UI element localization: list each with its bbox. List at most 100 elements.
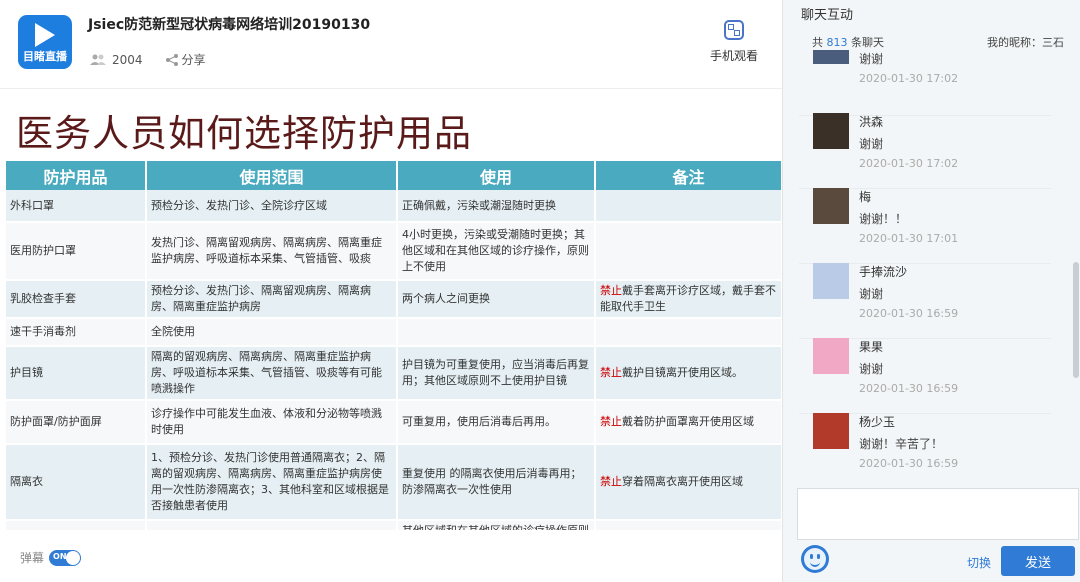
message-author: 梅 [859, 190, 872, 204]
chat-input[interactable] [797, 488, 1079, 540]
player-footer [0, 530, 782, 582]
table-cell: 护目镜 [6, 346, 147, 401]
meta-row: 2004 分享 [90, 51, 206, 68]
table-row: 乳胶检查手套 预检分诊、发热门诊、隔离留观病房、隔离病房、隔离重症监护病房 两个… [6, 280, 782, 319]
table-cell: 外科口罩 [6, 190, 147, 223]
table-cell: 隔离衣 [6, 444, 147, 521]
share-icon [165, 53, 178, 66]
count-suffix: 条聊天 [851, 36, 884, 49]
table-row: 隔离衣 1、预检分诊、发热门诊使用普通隔离衣；2、隔离的留观病房、隔离病房、隔离… [6, 444, 782, 521]
chat-message: 果果 谢谢 2020-01-30 16:59 [799, 338, 1051, 414]
table-cell [595, 318, 782, 347]
chat-title: 聊天互动 [801, 8, 854, 23]
table-cell-remark: 禁止戴护目镜离开使用区域。 [595, 346, 782, 401]
play-icon [35, 23, 55, 47]
column-header: 使用 [397, 161, 596, 190]
table-cell: 两个病人之间更换 [397, 280, 596, 319]
chat-message: 洪森 谢谢 2020-01-30 17:02 [799, 113, 1051, 189]
chat-stats: 共 813 条聊天 我的昵称：三石 [812, 34, 1064, 50]
table-row: 护目镜 隔离的留观病房、隔离病房、隔离重症监护病房、呼吸道标本采集、气管插管、吸… [6, 346, 782, 401]
chat-message: 谢谢 2020-01-30 17:02 [799, 50, 1051, 116]
table-cell: 医用防护口罩 [6, 222, 147, 281]
table-cell: 可重复用，使用后消毒后再用。 [397, 400, 596, 445]
toggle-knob [66, 550, 81, 565]
message-author: 果果 [859, 340, 884, 354]
message-time: 2020-01-30 17:02 [859, 72, 959, 85]
emoji-eye [817, 554, 820, 559]
views-count: 2004 [112, 52, 143, 67]
table-cell: 乳胶检查手套 [6, 280, 147, 319]
avatar [813, 50, 849, 64]
chat-message: 梅 谢谢！！ 2020-01-30 17:01 [799, 188, 1051, 264]
table-cell: 全院使用 [146, 318, 398, 347]
table-cell-remark: 禁止戴手套离开诊疗区域，戴手套不能取代手卫生 [595, 280, 782, 319]
column-header: 备注 [595, 161, 782, 190]
logo-text: 目睹直播 [23, 50, 67, 63]
table-cell: 隔离的留观病房、隔离病房、隔离重症监护病房、呼吸道标本采集、气管插管、吸痰等有可… [146, 346, 398, 401]
table-row: 外科口罩 预检分诊、发热门诊、全院诊疗区域 正确佩戴，污染或潮湿随时更换 [6, 190, 782, 223]
table-cell-remark: 禁止戴着防护面罩离开使用区域 [595, 400, 782, 445]
send-button[interactable]: 发送 [1001, 546, 1075, 576]
avatar [813, 338, 849, 374]
remark-text: 戴着防护面罩离开使用区域 [622, 415, 754, 428]
remark-text: 穿着隔离衣离开使用区域 [622, 475, 743, 488]
slide-view: 医务人员如何选择防护用品 防护用品 使用范围 使用 备注 外科口罩 预检分诊、发… [0, 88, 782, 531]
emoji-eye [810, 554, 813, 559]
chat-count: 813 [826, 36, 848, 49]
column-header: 防护用品 [6, 161, 147, 190]
avatar [813, 263, 849, 299]
table-row: 速干手消毒剂 全院使用 [6, 318, 782, 347]
ppe-table: 防护用品 使用范围 使用 备注 外科口罩 预检分诊、发热门诊、全院诊疗区域 正确… [6, 161, 782, 531]
nickname-label[interactable]: 我的昵称：三石 [987, 34, 1064, 50]
danmu-control: 弹幕 ON [20, 549, 82, 566]
message-text: 谢谢 [859, 52, 884, 66]
page-title: Jsiec防范新型冠状病毒网络培训20190130 [88, 17, 371, 33]
table-cell [397, 318, 596, 347]
table-cell: 正确佩戴，污染或潮湿随时更换 [397, 190, 596, 223]
emoji-button[interactable] [801, 545, 829, 573]
slide-title: 医务人员如何选择防护用品 [16, 112, 472, 155]
table-cell: 速干手消毒剂 [6, 318, 147, 347]
danmu-toggle[interactable]: ON [49, 549, 82, 566]
table-cell [595, 190, 782, 223]
message-time: 2020-01-30 16:59 [859, 457, 959, 470]
count-prefix: 共 [812, 36, 823, 49]
danmu-label: 弹幕 [20, 551, 45, 565]
column-header: 使用范围 [146, 161, 398, 190]
table-cell: 护目镜为可重复使用，应当消毒后再复用；其他区域原则不上使用护目镜 [397, 346, 596, 401]
message-text: 谢谢 [859, 362, 884, 376]
avatar [813, 413, 849, 449]
forbid-label: 禁止 [600, 475, 622, 488]
message-time: 2020-01-30 16:59 [859, 307, 959, 320]
chat-list[interactable]: 谢谢 2020-01-30 17:02 洪森 谢谢 2020-01-30 17:… [799, 50, 1051, 485]
table-cell: 4小时更换，污染或受潮随时更换；其他区域和在其他区域的诊疗操作，原则上不使用 [397, 222, 596, 281]
message-author: 杨少玉 [859, 415, 896, 429]
table-cell-remark: 禁止穿着隔离衣离开使用区域 [595, 444, 782, 521]
message-text: 谢谢 [859, 137, 884, 151]
table-cell: 重复使用 的隔离衣使用后消毒再用；防渗隔离衣一次性使用 [397, 444, 596, 521]
message-author: 手捧流沙 [859, 265, 908, 279]
switch-button[interactable]: 切换 [967, 554, 991, 571]
toggle-on-label: ON [53, 551, 67, 561]
table-cell: 1、预检分诊、发热门诊使用普通隔离衣；2、隔离的留观病房、隔离病房、隔离重症监护… [146, 444, 398, 521]
message-text: 谢谢！！ [859, 212, 908, 226]
forbid-label: 禁止 [600, 284, 622, 297]
share-label: 分享 [181, 53, 206, 67]
table-cell: 防护面罩/防护面屏 [6, 400, 147, 445]
table-header-row: 防护用品 使用范围 使用 备注 [6, 161, 782, 190]
message-text: 谢谢 [859, 287, 884, 301]
qr-code-icon [724, 20, 744, 40]
message-time: 2020-01-30 17:02 [859, 157, 959, 170]
chat-scrollbar[interactable] [1073, 262, 1079, 378]
share-button[interactable]: 分享 [165, 51, 206, 68]
forbid-label: 禁止 [600, 415, 622, 428]
table-row: 医用防护口罩 发热门诊、隔离留观病房、隔离病房、隔离重症监护病房、呼吸道标本采集… [6, 222, 782, 281]
mobile-view-button[interactable]: 手机观看 [704, 20, 764, 64]
remark-text: 戴护目镜离开使用区域。 [622, 366, 743, 379]
header: 目睹直播 Jsiec防范新型冠状病毒网络培训20190130 2004 分享 手… [0, 0, 782, 88]
avatar [813, 188, 849, 224]
video-panel: 目睹直播 Jsiec防范新型冠状病毒网络培训20190130 2004 分享 手… [0, 0, 783, 582]
table-cell: 诊疗操作中可能发生血液、体液和分泌物等喷溅时使用 [146, 400, 398, 445]
remark-text: 戴手套离开诊疗区域，戴手套不能取代手卫生 [600, 284, 776, 313]
chat-message: 杨少玉 谢谢！辛苦了！ 2020-01-30 16:59 [799, 413, 1051, 485]
